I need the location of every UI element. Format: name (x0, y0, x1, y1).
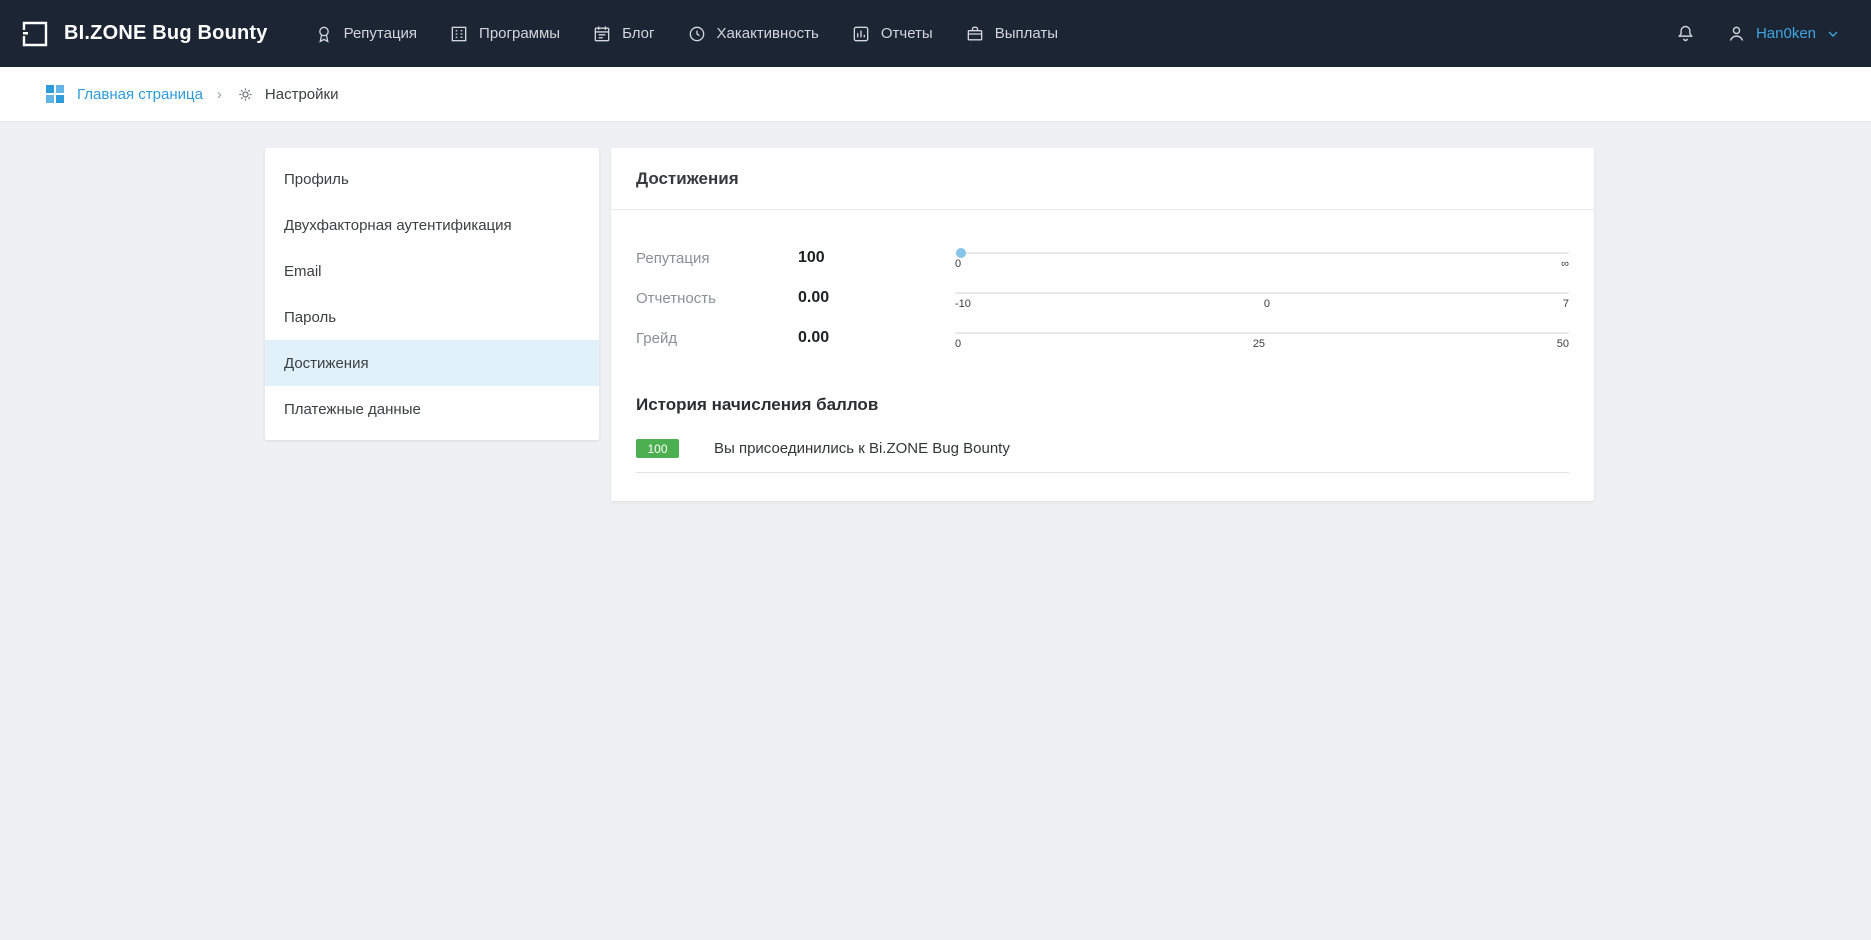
metric-row-reputation: Репутация 100 0 ∞ (636, 245, 1569, 285)
nav-item-blog[interactable]: Блог (576, 0, 670, 67)
scale-max-label: 7 (1563, 298, 1569, 310)
metric-label: Отчетность (636, 285, 798, 325)
brand-title: BI.ZONE Bug Bounty (64, 22, 268, 45)
breadcrumb-home-link[interactable]: Главная страница (45, 84, 203, 104)
menu-item-label: Платежные данные (284, 401, 421, 418)
payouts-icon (965, 24, 985, 44)
grid-icon (45, 84, 65, 104)
navbar-right: Han0ken (1675, 23, 1841, 44)
metric-label: Репутация (636, 245, 798, 285)
chevron-down-icon (1825, 26, 1841, 42)
brand[interactable]: BI.ZONE Bug Bounty (20, 19, 268, 49)
slider-track (955, 292, 1569, 294)
top-navbar: BI.ZONE Bug Bounty Репутация Программы (0, 0, 1871, 67)
scale-min-label: 0 (955, 338, 961, 350)
achievements-panel: Достижения Репутация 100 0 ∞ Отчетн (611, 148, 1594, 501)
slider-labels: 0 ∞ (955, 258, 1569, 270)
nav-label: Репутация (344, 25, 417, 42)
breadcrumb-current: Настройки (236, 85, 339, 104)
slider-thumb (956, 248, 966, 258)
sidebar-item-achievements[interactable]: Достижения (265, 340, 599, 386)
nav-label: Отчеты (881, 25, 933, 42)
gear-icon (236, 85, 255, 104)
nav-label: Блог (622, 25, 654, 42)
nav-item-programs[interactable]: Программы (433, 0, 576, 67)
username: Han0ken (1756, 25, 1816, 42)
history-text: Вы присоединились к Bi.ZONE Bug Bounty (714, 440, 1010, 457)
main-content: Профиль Двухфакторная аутентификация Ema… (0, 122, 1871, 940)
metric-row-reporting: Отчетность 0.00 -10 0 7 (636, 285, 1569, 325)
slider-labels: -10 0 7 (955, 298, 1569, 310)
slider-track (955, 252, 1569, 254)
main-nav: Репутация Программы Блог (298, 0, 1074, 67)
scale-max-label: ∞ (1561, 258, 1569, 270)
metric-scale: 0 25 50 (955, 325, 1569, 365)
sidebar-item-profile[interactable]: Профиль (265, 156, 599, 202)
nav-item-payouts[interactable]: Выплаты (949, 0, 1074, 67)
breadcrumb: Главная страница › Настройки (0, 67, 1871, 122)
sidebar-item-password[interactable]: Пароль (265, 294, 599, 340)
history-title: История начисления баллов (636, 395, 1569, 415)
metric-label: Грейд (636, 325, 798, 365)
menu-item-label: Достижения (284, 355, 369, 372)
history-row: 100 Вы присоединились к Bi.ZONE Bug Boun… (636, 439, 1569, 473)
scale-max-label: 50 (1557, 338, 1569, 350)
metric-value: 0.00 (798, 285, 955, 325)
scale-mid-label: 25 (1253, 338, 1265, 350)
breadcrumb-separator: › (217, 86, 222, 103)
reputation-icon (314, 24, 334, 44)
settings-menu: Профиль Двухфакторная аутентификация Ema… (265, 148, 599, 440)
scale-min-label: 0 (955, 258, 961, 270)
nav-label: Хакактивность (717, 25, 819, 42)
metrics-section: Репутация 100 0 ∞ Отчетность 0.00 (611, 210, 1594, 365)
scale-min-label: -10 (955, 298, 971, 310)
nav-label: Программы (479, 25, 560, 42)
menu-item-label: Email (284, 263, 322, 280)
points-badge: 100 (636, 439, 679, 458)
metric-scale: -10 0 7 (955, 285, 1569, 325)
nav-item-reports[interactable]: Отчеты (835, 0, 949, 67)
scale-mid-label: 0 (1264, 298, 1270, 310)
nav-label: Выплаты (995, 25, 1058, 42)
nav-item-activity[interactable]: Хакактивность (671, 0, 835, 67)
sidebar-item-payment-data[interactable]: Платежные данные (265, 386, 599, 432)
notifications-bell-icon[interactable] (1675, 23, 1696, 44)
nav-item-reputation[interactable]: Репутация (298, 0, 433, 67)
activity-icon (687, 24, 707, 44)
reports-icon (851, 24, 871, 44)
user-menu[interactable]: Han0ken (1726, 23, 1841, 44)
metric-row-grade: Грейд 0.00 0 25 50 (636, 325, 1569, 365)
metric-value: 100 (798, 245, 955, 285)
metric-scale: 0 ∞ (955, 245, 1569, 285)
metric-value: 0.00 (798, 325, 955, 365)
user-icon (1726, 23, 1747, 44)
bizone-logo-icon (20, 19, 50, 49)
slider-track (955, 332, 1569, 334)
menu-item-label: Пароль (284, 309, 336, 326)
breadcrumb-current-label: Настройки (265, 86, 339, 103)
breadcrumb-home-label: Главная страница (77, 86, 203, 103)
blog-icon (592, 24, 612, 44)
menu-item-label: Двухфакторная аутентификация (284, 217, 512, 234)
sidebar-item-email[interactable]: Email (265, 248, 599, 294)
history-section: История начисления баллов 100 Вы присоед… (611, 395, 1594, 473)
slider-labels: 0 25 50 (955, 338, 1569, 350)
menu-item-label: Профиль (284, 171, 349, 188)
sidebar-item-two-factor[interactable]: Двухфакторная аутентификация (265, 202, 599, 248)
programs-icon (449, 24, 469, 44)
panel-title: Достижения (611, 148, 1594, 210)
